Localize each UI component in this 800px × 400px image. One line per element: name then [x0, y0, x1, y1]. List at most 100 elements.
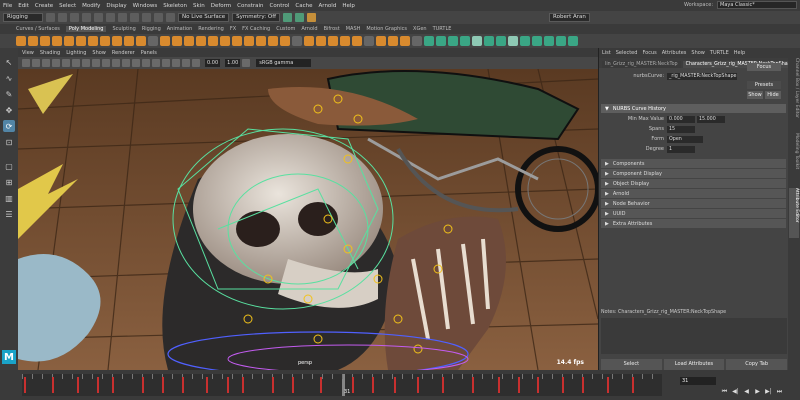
load-attributes-button[interactable]: Load Attributes [663, 359, 725, 370]
shelf-tool-icon[interactable] [76, 36, 86, 46]
shelf-tab[interactable]: XGen [413, 26, 427, 32]
viewport-menu-show[interactable]: Show [92, 50, 106, 56]
smooth-shade-icon[interactable] [132, 59, 140, 67]
shelf-tool-icon[interactable] [376, 36, 386, 46]
menu-select[interactable]: Select [59, 3, 76, 9]
node-name-field[interactable]: _rig_MASTER:NeckTopShape [667, 72, 737, 80]
near-value-field[interactable]: 0.00 [205, 59, 221, 67]
shelf-tool-icon[interactable] [184, 36, 194, 46]
ae-section[interactable]: ▶ Object Display [601, 179, 786, 188]
color-management-icon[interactable] [242, 59, 251, 67]
shelf-tool-icon[interactable] [532, 36, 542, 46]
ae-section[interactable]: ▶ Extra Attributes [601, 219, 786, 228]
presets-button[interactable]: Presets [747, 81, 781, 89]
shelf-tool-icon[interactable] [124, 36, 134, 46]
resolution-gate-icon[interactable] [82, 59, 90, 67]
shelf-tool-icon[interactable] [304, 36, 314, 46]
viewport-3d[interactable]: persp 14.4 fps [18, 69, 598, 370]
move-tool-icon[interactable]: ✥ [3, 104, 15, 116]
undo-icon[interactable] [82, 13, 91, 22]
four-view-icon[interactable]: ⊞ [3, 176, 15, 188]
shelf-tool-icon[interactable] [88, 36, 98, 46]
shelf-tab[interactable]: TURTLE [433, 26, 452, 32]
shelf-tool-icon[interactable] [232, 36, 242, 46]
bookmark-icon[interactable] [42, 59, 50, 67]
shelf-tool-icon[interactable] [328, 36, 338, 46]
shelf-tab[interactable]: FX Caching [242, 26, 270, 32]
snap-grid-icon[interactable] [142, 13, 151, 22]
menu-skin[interactable]: Skin [193, 3, 205, 9]
shelf-tool-icon[interactable] [136, 36, 146, 46]
viewport-menu-renderer[interactable]: Renderer [112, 50, 135, 56]
shelf-tool-icon[interactable] [208, 36, 218, 46]
hide-button[interactable]: Hide [765, 91, 781, 99]
rotate-tool-icon[interactable]: ⟳ [3, 120, 15, 132]
shelf-tool-icon[interactable] [280, 36, 290, 46]
select-component-icon[interactable] [130, 13, 139, 22]
save-scene-icon[interactable] [70, 13, 79, 22]
shelf-tool-icon[interactable] [172, 36, 182, 46]
shelf-tool-icon[interactable] [100, 36, 110, 46]
redo-icon[interactable] [94, 13, 103, 22]
viewport-menu-lighting[interactable]: Lighting [66, 50, 86, 56]
shelf-tool-icon[interactable] [424, 36, 434, 46]
timeline-track[interactable]: 31 [22, 374, 662, 396]
step-back-key-icon[interactable]: ◀| [731, 388, 740, 396]
menu-help[interactable]: Help [342, 3, 355, 9]
far-value-field[interactable]: 1.00 [225, 59, 241, 67]
wireframe-icon[interactable] [122, 59, 130, 67]
ae-section[interactable]: ▶ Component Display [601, 169, 786, 178]
shelf-tab[interactable]: Sculpting [112, 26, 135, 32]
menu-create[interactable]: Create [35, 3, 53, 9]
open-scene-icon[interactable] [58, 13, 67, 22]
shelf-tab[interactable]: Custom [276, 26, 295, 32]
scale-tool-icon[interactable]: ⊡ [3, 136, 15, 148]
shadows-icon[interactable] [162, 59, 170, 67]
ae-menu-attributes[interactable]: Attributes [662, 50, 687, 56]
single-view-icon[interactable]: ▢ [3, 160, 15, 172]
side-tab-channel-box[interactable]: Channel Box / Layer Editor [789, 58, 799, 128]
select-hierarchy-icon[interactable] [106, 13, 115, 22]
live-surface-field[interactable]: No Live Surface [178, 13, 230, 22]
menu-control[interactable]: Control [270, 3, 290, 9]
textured-icon[interactable] [142, 59, 150, 67]
field-chart-icon[interactable] [102, 59, 110, 67]
shelf-tool-icon[interactable] [16, 36, 26, 46]
snap-point-icon[interactable] [166, 13, 175, 22]
shelf-tab[interactable]: Animation [167, 26, 193, 32]
focus-button[interactable]: Focus [747, 63, 781, 71]
shelf-tool-icon[interactable] [460, 36, 470, 46]
shelf-tool-icon[interactable] [364, 36, 374, 46]
menu-edit[interactable]: Edit [18, 3, 29, 9]
go-to-start-icon[interactable]: ⏮ [720, 388, 729, 396]
shelf-tool-icon[interactable] [352, 36, 362, 46]
shelf-tool-icon[interactable] [568, 36, 578, 46]
color-space-dropdown[interactable]: sRGB gamma [256, 59, 312, 67]
attribute-value-field[interactable]: 1 [667, 145, 695, 153]
ae-menu-show[interactable]: Show [691, 50, 705, 56]
shelf-tab[interactable]: Motion Graphics [366, 26, 407, 32]
two-view-icon[interactable]: ▥ [3, 192, 15, 204]
menu-display[interactable]: Display [106, 3, 126, 9]
shelf-tool-icon[interactable] [556, 36, 566, 46]
paint-select-icon[interactable]: ✎ [3, 88, 15, 100]
select-object-icon[interactable] [118, 13, 127, 22]
menu-set-dropdown[interactable]: Rigging [3, 13, 43, 22]
ae-menu-focus[interactable]: Focus [642, 50, 656, 56]
shelf-tool-icon[interactable] [436, 36, 446, 46]
menu-windows[interactable]: Windows [133, 3, 158, 9]
workspace-dropdown[interactable]: Maya Classic* [717, 1, 797, 9]
attribute-value-field[interactable]: 15 [667, 125, 695, 133]
viewport-menu-view[interactable]: View [22, 50, 34, 56]
shelf-tool-icon[interactable] [148, 36, 158, 46]
select-tool-icon[interactable]: ↖ [3, 56, 15, 68]
select-button[interactable]: Select [601, 359, 662, 370]
menu-constrain[interactable]: Constrain [237, 3, 263, 9]
shelf-tool-icon[interactable] [400, 36, 410, 46]
shelf-tool-icon[interactable] [196, 36, 206, 46]
shelf-tab[interactable]: Poly Modeling [65, 26, 107, 32]
shelf-tool-icon[interactable] [244, 36, 254, 46]
shelf-tool-icon[interactable] [64, 36, 74, 46]
shelf-tab[interactable]: Curves / Surfaces [16, 26, 60, 32]
step-forward-icon[interactable]: ▶| [764, 388, 773, 396]
